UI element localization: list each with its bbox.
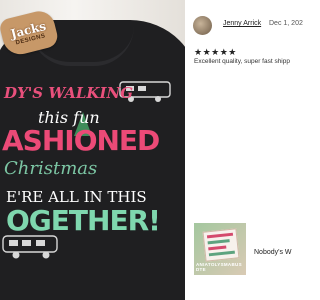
rv-trailer-icon: [2, 235, 58, 259]
print-line-3: ASHIONED: [2, 124, 160, 157]
thumbnail-caption: ANIATOLYSMABUS DTE: [196, 262, 242, 272]
print-line-4: Christmas: [4, 158, 98, 179]
reviewer-name-link[interactable]: Jenny Arrick: [223, 20, 261, 27]
purchased-item-title-link[interactable]: Nobody's W: [254, 249, 292, 256]
star-rating: ★★★★★: [194, 47, 237, 57]
reviewer-avatar[interactable]: [193, 16, 212, 35]
product-photo[interactable]: Jacks DESIGNS DY'S WALKING this fun ASHI…: [0, 0, 185, 300]
review-text: Excellent quality, super fast shipp: [194, 58, 290, 65]
print-line-1: DY'S WALKING: [4, 84, 134, 102]
review-date: Dec 1, 202: [269, 20, 303, 27]
purchased-item-thumbnail[interactable]: ANIATOLYSMABUS DTE: [194, 223, 246, 275]
review-panel: Jenny Arrick Dec 1, 202 ★★★★★ Excellent …: [185, 0, 303, 300]
thumbnail-print-image: [202, 228, 240, 262]
